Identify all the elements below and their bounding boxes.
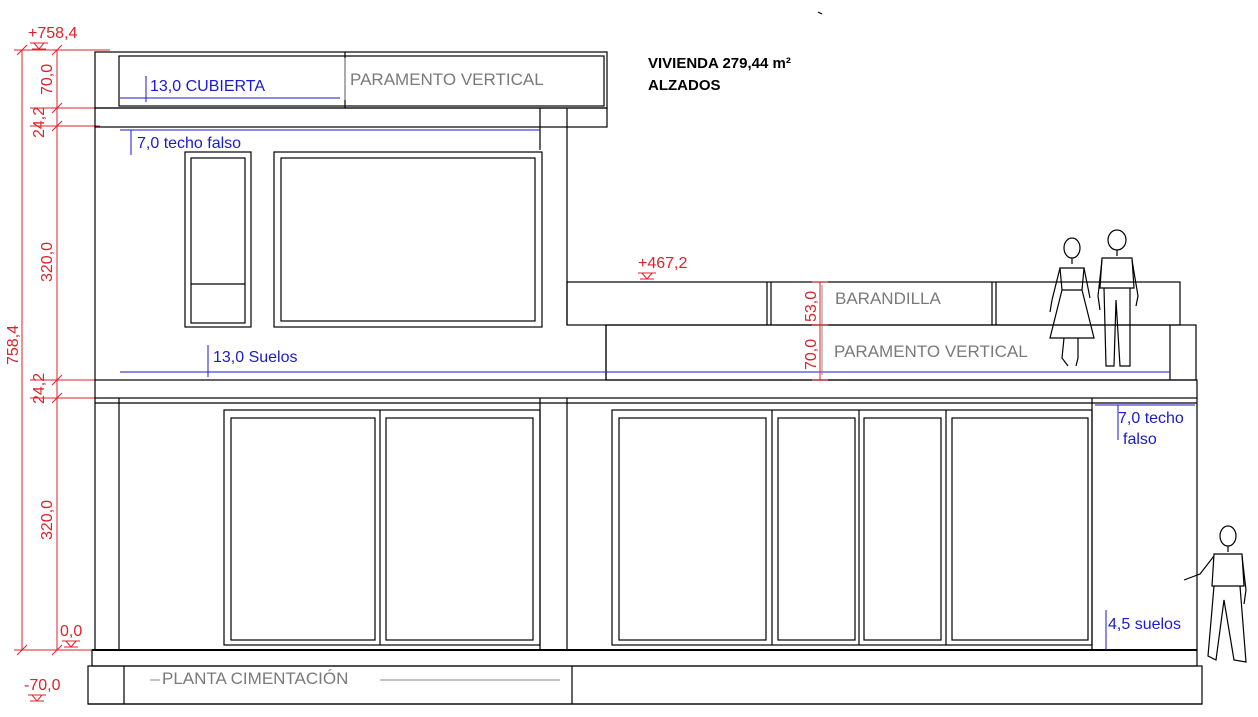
label-techo-falso-lower-1: 7,0 techo [1118,410,1184,427]
elevation-drawing: VIVIENDA 279,44 m² ALZADOS 758,4 70,0 24… [5,11,1247,705]
level-terrace-marker [638,272,656,280]
level-foundation: -70,0 [24,677,61,694]
title-line-2: ALZADOS [648,77,721,94]
dimension-upper-floor: 320,0 [39,242,56,282]
person-standing-figure [1183,525,1247,663]
level-terrace: +467,2 [638,255,687,272]
dimension-lower-floor: 320,0 [39,500,56,540]
label-parapet-top: PARAMENTO VERTICAL [350,70,544,89]
level-ground: 0,0 [60,623,82,640]
label-suelos-lower: 4,5 suelos [1108,616,1181,633]
level-ground-marker [62,640,80,648]
label-cimentacion: PLANTA CIMENTACIÓN [162,669,348,688]
dimension-railing-height: 53,0 [803,291,820,322]
level-top: +758,4 [28,25,77,42]
label-cubierta: 13,0 CUBIERTA [150,78,265,95]
top-corner-tick [817,11,823,15]
dimension-upper-slab: 24,2 [31,107,48,138]
person-man-figure [1097,229,1139,367]
dimension-total: 758,4 [5,325,22,365]
label-techo-falso-lower-2: falso [1123,431,1157,448]
person-woman-figure [1049,237,1095,367]
label-parapet-terrace: PARAMENTO VERTICAL [834,342,1028,361]
grey-leaders [150,58,823,681]
label-barandilla: BARANDILLA [835,289,941,308]
dimension-roof-parapet: 70,0 [39,64,56,95]
dimension-mid-slab: 24,2 [31,373,48,404]
title-line-1: VIVIENDA 279,44 m² [648,55,791,72]
label-techo-falso-upper: 7,0 techo falso [137,135,241,152]
level-foundation-marker [28,694,46,702]
dimension-parapet-height: 70,0 [803,339,820,370]
level-top-marker [30,42,48,50]
building-elevation [87,51,1203,705]
label-suelos-upper: 13,0 Suelos [213,349,298,366]
